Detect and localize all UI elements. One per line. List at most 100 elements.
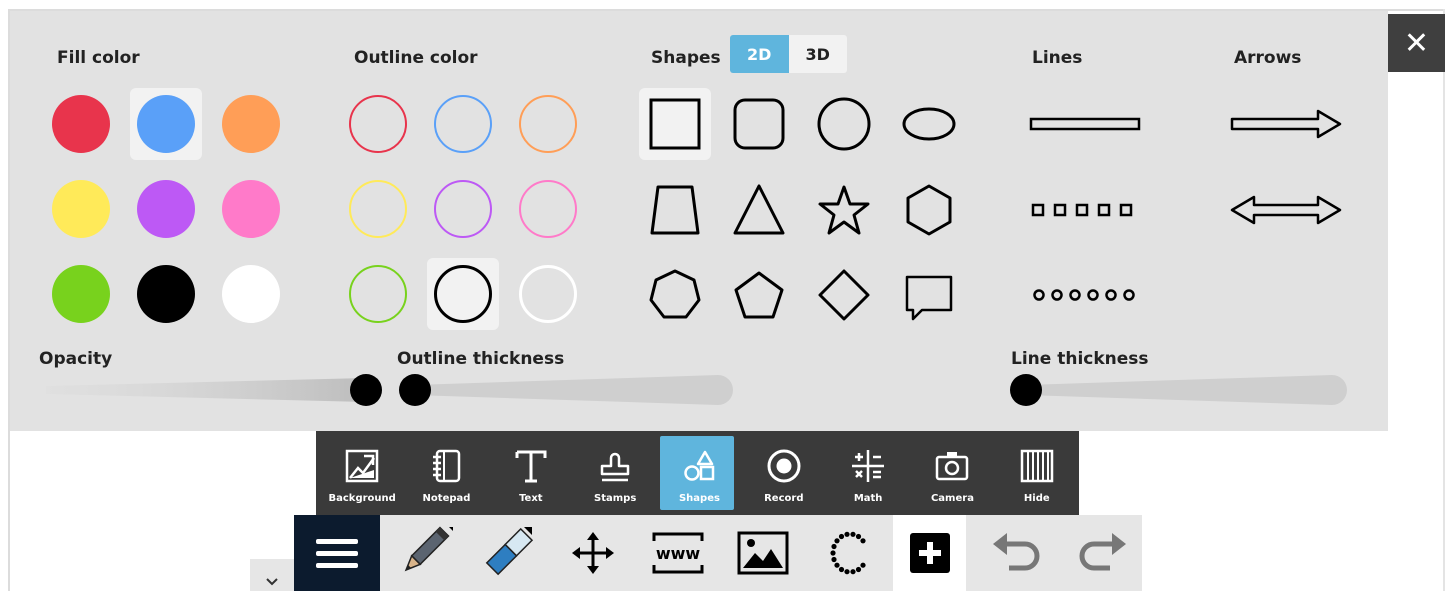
fill-swatch-pink[interactable]: [215, 173, 287, 245]
line-thickness-slider-knob[interactable]: [1010, 374, 1042, 406]
single-arrow-icon: [1230, 109, 1342, 139]
toolbar-notepad[interactable]: Notepad: [404, 431, 488, 515]
toolbar-label: Notepad: [422, 493, 471, 504]
pen-tool-button[interactable]: [380, 515, 465, 591]
fill-color-circle: [52, 180, 110, 238]
toggle-3d[interactable]: 3D: [788, 35, 847, 73]
move-tool-button[interactable]: [550, 515, 635, 591]
toolbar-shapes[interactable]: Shapes: [657, 431, 741, 515]
frame-right-border: [1443, 9, 1445, 591]
outline-swatch-yellow[interactable]: [342, 173, 414, 245]
outline-swatch-black[interactable]: [427, 258, 499, 330]
add-button[interactable]: [893, 515, 966, 591]
shape-hexagon[interactable]: [893, 174, 965, 246]
shape-star[interactable]: [808, 174, 880, 246]
lasso-dot: [830, 543, 837, 550]
fill-swatch-orange[interactable]: [215, 88, 287, 160]
toolbar-record[interactable]: Record: [742, 431, 826, 515]
fill-swatch-green[interactable]: [45, 258, 117, 330]
menu-icon-bar: [316, 538, 358, 544]
shape-rounded-square[interactable]: [723, 88, 795, 160]
menu-icon-bar: [316, 562, 358, 568]
outline-swatch-red[interactable]: [342, 88, 414, 160]
star-icon: [818, 185, 870, 235]
outline-thickness-slider-knob[interactable]: [399, 374, 431, 406]
collapse-button[interactable]: [250, 559, 294, 591]
outline-swatch-green[interactable]: [342, 258, 414, 330]
fill-swatch-yellow[interactable]: [45, 173, 117, 245]
fill-color-circle: [137, 180, 195, 238]
eraser-tool-button[interactable]: [465, 515, 550, 591]
line-thickness-slider[interactable]: [1010, 374, 1348, 406]
shape-pentagon[interactable]: [723, 259, 795, 331]
outline-thickness-slider-track: [414, 375, 733, 405]
toolbar-math[interactable]: Math: [826, 431, 910, 515]
menu-button[interactable]: [294, 515, 380, 591]
outline-swatch-blue[interactable]: [427, 88, 499, 160]
shape-diamond[interactable]: [808, 259, 880, 331]
lasso-dot: [833, 538, 840, 544]
toolbar-label: Record: [764, 493, 804, 504]
web-tool-button[interactable]: www: [635, 515, 720, 591]
shape-triangle[interactable]: [723, 174, 795, 246]
shape-speech-bubble[interactable]: [893, 259, 965, 331]
opacity-slider[interactable]: [46, 374, 382, 406]
shape-heptagon[interactable]: [639, 259, 711, 331]
undo-icon: [992, 533, 1039, 571]
arrow-single[interactable]: [1226, 88, 1346, 160]
line-solid[interactable]: [1027, 88, 1143, 160]
fill-swatch-black[interactable]: [130, 258, 202, 330]
outline-color-circle: [349, 180, 407, 238]
undo-button[interactable]: [974, 515, 1059, 591]
lasso-icon: [829, 531, 866, 575]
toolbar-stamps[interactable]: Stamps: [573, 431, 657, 515]
eraser-icon: [485, 527, 533, 576]
fill-swatch-red[interactable]: [45, 88, 117, 160]
fill-swatch-blue[interactable]: [130, 88, 202, 160]
outline-swatch-pink[interactable]: [512, 173, 584, 245]
lasso-dot: [830, 556, 837, 563]
dimension-toggle: 2D 3D: [730, 35, 847, 73]
close-button[interactable]: ✕: [1388, 14, 1445, 72]
outline-thickness-slider[interactable]: [398, 374, 734, 406]
opacity-slider-knob[interactable]: [350, 374, 382, 406]
fill-color-circle: [52, 95, 110, 153]
chevron-down-icon: [266, 578, 278, 586]
toggle-2d[interactable]: 2D: [730, 35, 789, 73]
shape-square[interactable]: [639, 88, 711, 160]
triangle-icon: [733, 184, 785, 235]
lasso-dot: [838, 533, 844, 540]
fill-swatch-purple[interactable]: [130, 173, 202, 245]
lasso-dot: [849, 531, 856, 537]
hide-icon: [1019, 447, 1055, 485]
notepad-icon: [428, 447, 464, 485]
lasso-dot: [833, 562, 840, 568]
add-icon: [909, 533, 950, 573]
arrow-double[interactable]: [1226, 174, 1346, 246]
redo-button[interactable]: [1059, 515, 1144, 591]
line-dotted[interactable]: [1027, 259, 1143, 331]
shape-ellipse[interactable]: [893, 88, 965, 160]
lasso-tool-button[interactable]: [805, 515, 890, 591]
toolbar-text[interactable]: Text: [489, 431, 573, 515]
toolbar-background[interactable]: Background: [320, 431, 404, 515]
outline-swatch-orange[interactable]: [512, 88, 584, 160]
lasso-dot: [859, 538, 866, 544]
lasso-dot: [843, 531, 850, 537]
fill-swatch-white[interactable]: [215, 258, 287, 330]
line-dashed[interactable]: [1027, 174, 1143, 246]
lasso-dot: [849, 569, 856, 575]
www-text: www: [655, 544, 700, 563]
outline-color-title: Outline color: [354, 48, 478, 68]
toolbar-hide[interactable]: Hide: [995, 431, 1079, 515]
square-icon: [649, 98, 701, 150]
rounded-square-icon: [733, 98, 785, 150]
heptagon-icon: [649, 269, 701, 319]
toolbar-camera[interactable]: Camera: [910, 431, 994, 515]
outline-swatch-white[interactable]: [512, 258, 584, 330]
shape-trapezoid[interactable]: [639, 174, 711, 246]
shape-circle[interactable]: [808, 88, 880, 160]
image-tool-button[interactable]: [720, 515, 805, 591]
outline-swatch-purple[interactable]: [427, 173, 499, 245]
pentagon-icon: [734, 271, 784, 319]
